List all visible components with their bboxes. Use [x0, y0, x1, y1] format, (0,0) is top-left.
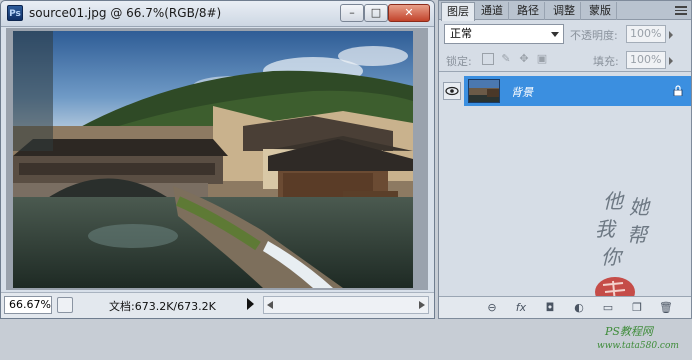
layers-panel: 图层 通道 路径 调整 蒙版 正常 不透明度: 100% 锁定: ✎ ✥ ▣ 填… [438, 0, 692, 351]
tab-layers[interactable]: 图层 [441, 2, 475, 21]
adjustment-icon[interactable]: ◐ [571, 300, 587, 316]
opacity-slider-arrow-icon[interactable] [668, 25, 678, 43]
lock-pixels-icon[interactable]: ✎ [500, 53, 512, 65]
lock-icon [673, 85, 683, 97]
eye-icon[interactable] [443, 82, 461, 100]
panel-tabs: 图层 通道 路径 调整 蒙版 [439, 1, 691, 21]
watermark-char: 他 [603, 189, 623, 213]
zoom-field[interactable]: 66.67% [4, 296, 52, 314]
layer-name[interactable]: 背景 [511, 84, 533, 100]
play-arrow-icon[interactable] [247, 298, 254, 310]
blend-mode-select[interactable]: 正常 [444, 24, 564, 44]
fill-label: 填充: [593, 55, 619, 68]
document-status-bar: 66.67% 文档:673.2K/673.2K [1, 292, 434, 318]
document-window: Ps source01.jpg @ 66.7%(RGB/8#) – □ ✕ 66… [0, 0, 435, 319]
tab-adjustments[interactable]: 调整 [548, 2, 581, 20]
lock-position-icon[interactable]: ✥ [518, 53, 530, 65]
watermark-char: 我 [595, 217, 615, 241]
scroll-right-icon[interactable] [419, 301, 425, 309]
minimize-button[interactable]: – [340, 4, 364, 22]
opacity-label: 不透明度: [570, 29, 618, 42]
mask-icon[interactable]: ◘ [542, 300, 558, 316]
horizontal-scrollbar[interactable] [263, 296, 429, 314]
trash-icon[interactable]: 🗑 [658, 300, 674, 316]
fx-icon[interactable]: fx [513, 300, 529, 316]
layer-row[interactable]: 背景 [439, 76, 691, 106]
maximize-button[interactable]: □ [364, 4, 388, 22]
watermark-site-url: www.tata580.com [597, 341, 679, 351]
layer-thumbnail [468, 79, 500, 103]
layers-list[interactable]: 背景 他 她 我 帮 你 PS教程网 www.tata580.com [439, 73, 691, 351]
blend-row: 正常 不透明度: 100% [439, 21, 691, 47]
lock-row: 锁定: ✎ ✥ ▣ 填充: 100% [439, 48, 691, 72]
village-photo [13, 31, 413, 288]
scroll-left-icon[interactable] [267, 301, 273, 309]
canvas-area[interactable] [6, 28, 428, 290]
lock-all-icon[interactable]: ▣ [536, 53, 548, 65]
layers-footer: ⊖ fx ◘ ◐ ▭ ❐ 🗑 [439, 296, 691, 318]
panel-menu-icon[interactable] [675, 6, 687, 15]
watermark-site-label: PS教程网 [605, 325, 653, 338]
document-title-bar[interactable]: Ps source01.jpg @ 66.7%(RGB/8#) – □ ✕ [1, 1, 434, 27]
tab-masks[interactable]: 蒙版 [584, 2, 617, 20]
tab-paths[interactable]: 路径 [512, 2, 545, 20]
watermark-char: 帮 [627, 223, 647, 247]
document-info: 文档:673.2K/673.2K [109, 300, 216, 313]
group-folder-icon[interactable]: ▭ [600, 300, 616, 316]
status-menu-icon[interactable] [57, 297, 73, 313]
close-button[interactable]: ✕ [388, 4, 430, 22]
watermark-char: 她 [629, 195, 649, 219]
link-icon[interactable]: ⊖ [484, 300, 500, 316]
chevron-down-icon [551, 32, 559, 37]
layer-selected[interactable]: 背景 [464, 76, 691, 106]
lock-transparency-icon[interactable] [482, 53, 494, 65]
ps-logo-icon: Ps [7, 5, 23, 21]
opacity-field[interactable]: 100% [626, 25, 666, 43]
new-layer-icon[interactable]: ❐ [629, 300, 645, 316]
lock-label: 锁定: [446, 55, 472, 68]
fill-slider-arrow-icon[interactable] [668, 51, 678, 69]
watermark-char: 你 [601, 245, 621, 269]
watermark: 他 她 我 帮 你 PS教程网 www.tata580.com [589, 185, 689, 360]
fill-field[interactable]: 100% [626, 51, 666, 69]
photo-canvas[interactable] [13, 31, 413, 288]
blend-mode-value: 正常 [450, 27, 472, 40]
document-title: source01.jpg @ 66.7%(RGB/8#) [29, 6, 222, 20]
tab-channels[interactable]: 通道 [476, 2, 509, 20]
